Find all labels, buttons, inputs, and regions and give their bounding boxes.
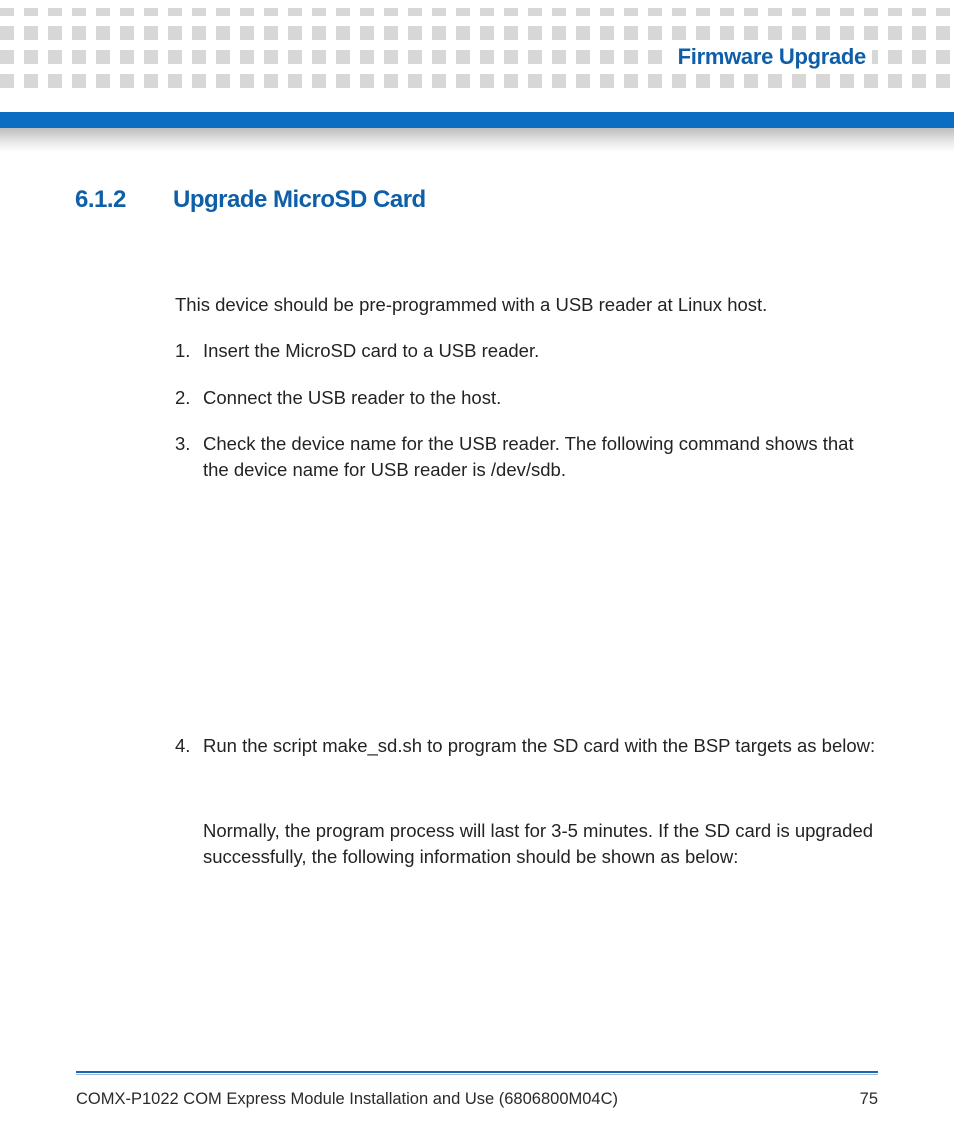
footer: COMX-P1022 COM Express Module Installati… xyxy=(76,1090,878,1109)
step-1-text: Insert the MicroSD card to a USB reader. xyxy=(203,340,539,361)
step-4: Run the script make_sd.sh to program the… xyxy=(175,733,879,870)
section-title: Upgrade MicroSD Card xyxy=(173,186,426,214)
section-heading: 6.1.2 Upgrade MicroSD Card xyxy=(75,186,879,214)
step-3-text: Check the device name for the USB reader… xyxy=(203,433,854,480)
running-header-text: Firmware Upgrade xyxy=(678,44,866,69)
page: Firmware Upgrade 6.1.2 Upgrade MicroSD C… xyxy=(0,0,954,1145)
content: 6.1.2 Upgrade MicroSD Card This device s… xyxy=(75,186,879,890)
section-number: 6.1.2 xyxy=(75,186,173,214)
footer-doc-title: COMX-P1022 COM Express Module Installati… xyxy=(76,1090,618,1109)
step-2-text: Connect the USB reader to the host. xyxy=(203,387,501,408)
footer-page-number: 75 xyxy=(860,1090,878,1109)
ordered-steps: Insert the MicroSD card to a USB reader.… xyxy=(175,338,879,870)
step-3: Check the device name for the USB reader… xyxy=(175,431,879,714)
header-shadow xyxy=(0,128,954,152)
step-4-text: Run the script make_sd.sh to program the… xyxy=(203,735,875,756)
step-2: Connect the USB reader to the host. xyxy=(175,385,879,411)
intro-paragraph: This device should be pre-programmed wit… xyxy=(175,292,879,318)
header-blue-bar xyxy=(0,112,954,128)
footer-rule-shadow xyxy=(76,1074,878,1075)
section-body: This device should be pre-programmed wit… xyxy=(175,292,879,870)
footer-rule xyxy=(76,1071,878,1073)
running-header: Firmware Upgrade xyxy=(672,44,872,74)
step-4-followup: Normally, the program process will last … xyxy=(203,818,879,871)
step-1: Insert the MicroSD card to a USB reader. xyxy=(175,338,879,364)
code-output-placeholder xyxy=(203,483,879,713)
